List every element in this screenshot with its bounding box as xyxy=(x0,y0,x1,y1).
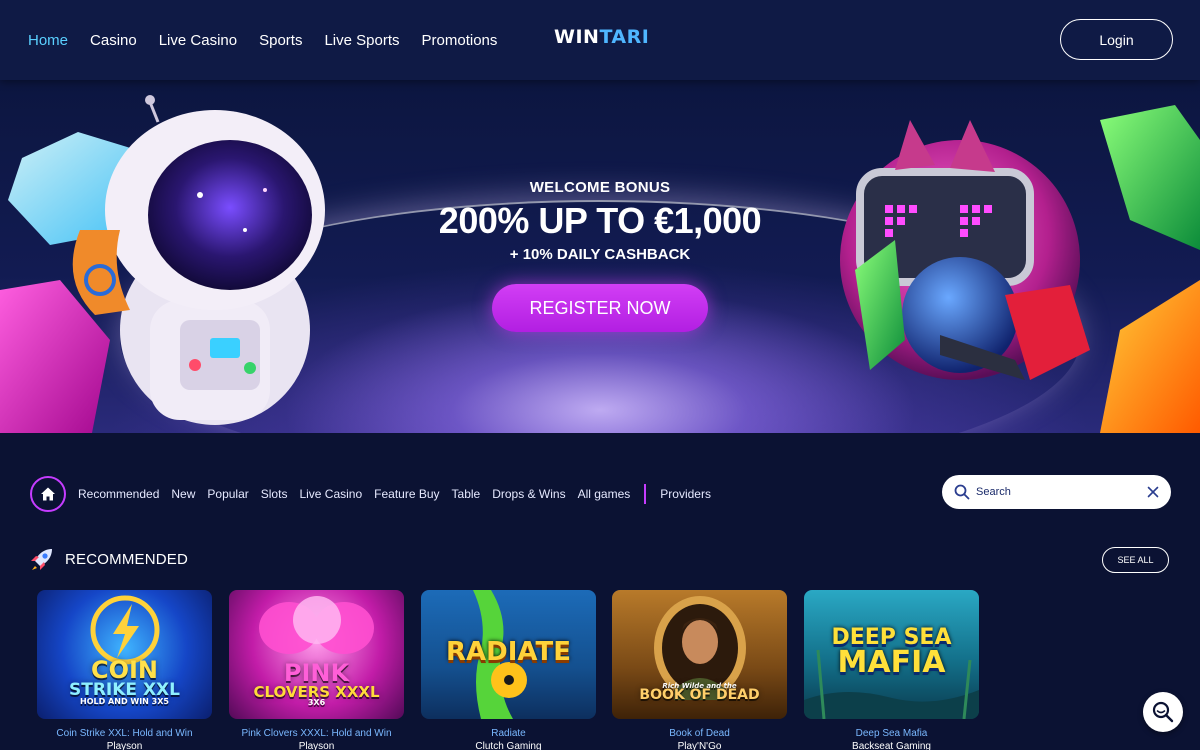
close-icon[interactable] xyxy=(1147,486,1159,498)
game-provider: Playson xyxy=(298,741,335,750)
category-providers[interactable]: Providers xyxy=(660,487,711,501)
game-card[interactable]: COIN STRIKE XXL HOLD AND WIN 3X5 Coin St… xyxy=(37,590,212,750)
chat-search-icon xyxy=(1152,701,1174,723)
game-art-line: PINK xyxy=(283,659,350,688)
game-card[interactable]: PINK CLOVERS XXXL 3X6 Pink Clovers XXXL:… xyxy=(229,590,404,750)
game-art-title: Rich Wilde and the BOOK OF DEAD xyxy=(639,682,760,704)
game-art-title: DEEP SEA MAFIA xyxy=(831,626,951,680)
game-art-line: MAFIA xyxy=(837,644,946,680)
game-name: Pink Clovers XXXL: Hold and Win xyxy=(241,728,392,739)
game-art-line: HOLD AND WIN 3X5 xyxy=(80,697,169,707)
game-thumbnail[interactable]: Rich Wilde and the BOOK OF DEAD xyxy=(612,590,787,719)
game-name: Book of Dead xyxy=(669,728,730,739)
nav-sports[interactable]: Sports xyxy=(259,32,302,49)
category-home-button[interactable] xyxy=(30,476,66,512)
game-art-title: RADIATE xyxy=(446,637,571,668)
game-card[interactable]: DEEP SEA MAFIA Deep Sea Mafia Backseat G… xyxy=(804,590,979,750)
game-thumbnail[interactable]: RADIATE xyxy=(421,590,596,719)
game-art-line: COIN xyxy=(90,656,158,685)
game-provider: Playson xyxy=(106,741,143,750)
nav-casino[interactable]: Casino xyxy=(90,32,137,49)
hero-welcome-text: WELCOME BONUS xyxy=(529,179,671,196)
category-all-games[interactable]: All games xyxy=(578,487,631,501)
game-card[interactable]: Rich Wilde and the BOOK OF DEAD Book of … xyxy=(612,590,787,750)
category-new[interactable]: New xyxy=(171,487,195,501)
hero-cashback-text: + 10% DAILY CASHBACK xyxy=(509,246,691,263)
hero-banner: WELCOME BONUS 200% UP TO €1,000 + 10% DA… xyxy=(0,80,1200,433)
logo[interactable]: WINTARI xyxy=(554,26,649,48)
hero-headline: 200% UP TO €1,000 xyxy=(438,200,762,241)
game-thumbnail[interactable]: DEEP SEA MAFIA xyxy=(804,590,979,719)
nav-live-sports[interactable]: Live Sports xyxy=(324,32,399,49)
rocket-icon xyxy=(31,549,52,570)
category-bar: Recommended New Popular Slots Live Casin… xyxy=(30,476,723,512)
nav-home[interactable]: Home xyxy=(28,32,68,49)
category-feature-buy[interactable]: Feature Buy xyxy=(374,487,439,501)
nav-live-casino[interactable]: Live Casino xyxy=(159,32,237,49)
register-now-button[interactable]: REGISTER NOW xyxy=(492,284,708,332)
game-name: Coin Strike XXL: Hold and Win xyxy=(56,728,193,739)
category-table[interactable]: Table xyxy=(452,487,481,501)
game-art-line: STRIKE XXL xyxy=(68,680,180,701)
login-button[interactable]: Login xyxy=(1060,19,1173,60)
game-art-line: BOOK OF DEAD xyxy=(639,687,760,704)
category-recommended[interactable]: Recommended xyxy=(78,487,159,501)
chat-help-button[interactable] xyxy=(1143,692,1183,732)
game-name: Radiate xyxy=(491,728,526,739)
category-drops-wins[interactable]: Drops & Wins xyxy=(492,487,565,501)
game-thumbnail[interactable]: COIN STRIKE XXL HOLD AND WIN 3X5 xyxy=(37,590,212,719)
see-all-button[interactable]: SEE ALL xyxy=(1102,547,1169,573)
main-nav: Home Casino Live Casino Sports Live Spor… xyxy=(28,0,519,80)
nav-promotions[interactable]: Promotions xyxy=(422,32,498,49)
game-art-title: PINK CLOVERS XXXL 3X6 xyxy=(253,659,379,707)
game-provider: Play'N'Go xyxy=(677,741,722,750)
game-card[interactable]: RADIATE Radiate Clutch Gaming xyxy=(421,590,596,750)
game-provider: Backseat Gaming xyxy=(852,741,931,750)
game-art-title: COIN STRIKE XXL HOLD AND WIN 3X5 xyxy=(68,656,180,707)
search-icon xyxy=(954,484,970,500)
category-divider xyxy=(644,484,647,504)
game-name: Deep Sea Mafia xyxy=(855,728,928,739)
site-header: Home Casino Live Casino Sports Live Spor… xyxy=(0,0,1200,80)
category-live-casino[interactable]: Live Casino xyxy=(299,487,362,501)
logo-accent: TARI xyxy=(599,26,650,48)
search-box xyxy=(942,475,1171,509)
category-slots[interactable]: Slots xyxy=(261,487,288,501)
logo-main: WIN xyxy=(554,26,600,48)
category-popular[interactable]: Popular xyxy=(207,487,248,501)
game-thumbnail[interactable]: PINK CLOVERS XXXL 3X6 xyxy=(229,590,404,719)
section-title-recommended: RECOMMENDED xyxy=(65,551,189,568)
search-input[interactable] xyxy=(976,486,1147,498)
home-icon xyxy=(41,487,55,501)
game-provider: Clutch Gaming xyxy=(475,741,542,750)
